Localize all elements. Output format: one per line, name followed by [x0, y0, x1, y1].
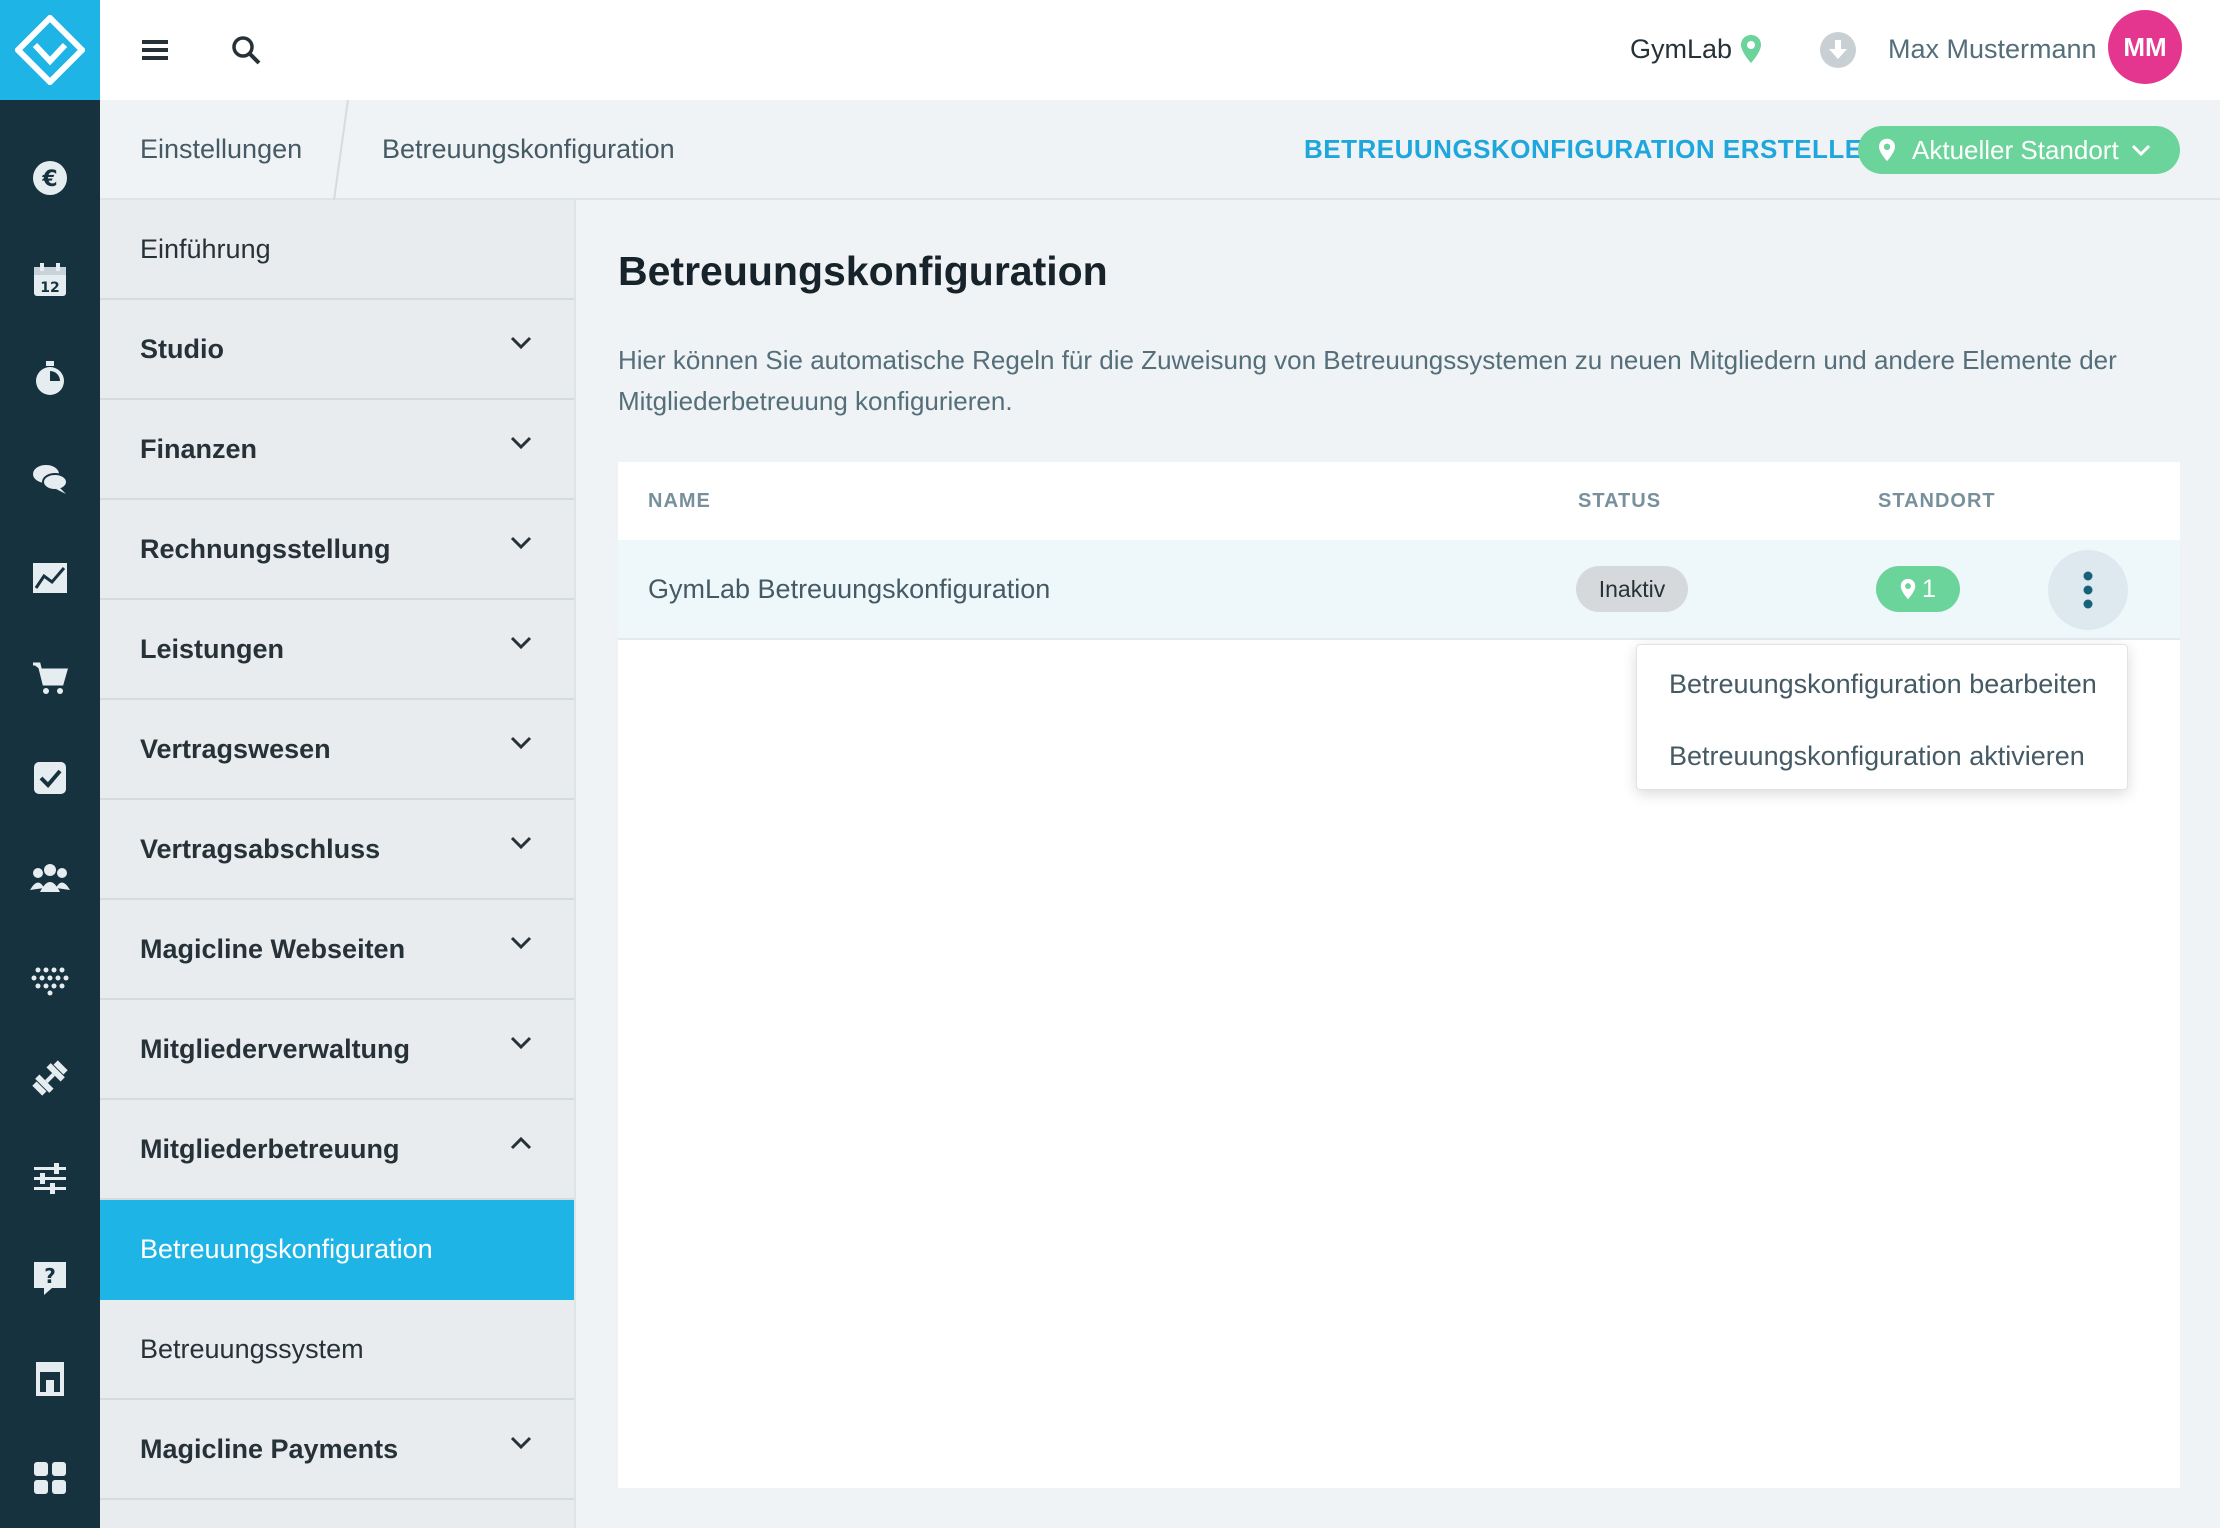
- search-icon: [232, 36, 261, 65]
- shop-icon[interactable]: [28, 1356, 72, 1400]
- page-description: Hier können Sie automatische Regeln für …: [618, 345, 2117, 416]
- menu-item-edit[interactable]: Betreuungskonfiguration bearbeiten: [1669, 669, 2097, 700]
- nav-item-label: Leistungen: [140, 634, 285, 664]
- chevron-down-icon: [510, 836, 532, 850]
- nav-item-label: Mitgliederverwaltung: [140, 1034, 411, 1064]
- nav-item-label: Betreuungssystem: [140, 1334, 364, 1364]
- sliders-icon[interactable]: [28, 1156, 72, 1200]
- nav-subitem-betreuungskonfiguration[interactable]: Betreuungskonfiguration: [100, 1200, 574, 1300]
- chevron-down-icon: [2131, 144, 2150, 157]
- chevron-down-icon: [510, 536, 532, 550]
- nav-item-magicline-webseiten[interactable]: Magicline Webseiten: [100, 900, 574, 1000]
- nav-item-label: Betreuungskonfiguration: [140, 1234, 433, 1264]
- nav-item-label: Vertragswesen: [140, 734, 331, 764]
- page-title: Betreuungskonfiguration: [618, 248, 1108, 294]
- location-pin-icon: [1740, 34, 1762, 69]
- location-pin-icon: [1900, 578, 1916, 600]
- stopwatch-icon[interactable]: [28, 356, 72, 400]
- table-row[interactable]: GymLab Betreuungskonfiguration Inaktiv 1: [618, 540, 2180, 640]
- nav-item-einfuehrung[interactable]: Einführung: [100, 200, 574, 300]
- location-count: 1: [1922, 574, 1936, 603]
- status-badge: Inaktiv: [1576, 566, 1688, 612]
- chevron-up-icon: [510, 1136, 532, 1150]
- chevron-down-icon: [510, 1036, 532, 1050]
- svg-text:?: ?: [44, 1264, 56, 1288]
- search-button[interactable]: [224, 28, 268, 72]
- svg-text:€: €: [41, 167, 57, 192]
- chat-icon[interactable]: [28, 456, 72, 500]
- nav-item-label: Studio: [140, 334, 224, 364]
- column-header-name[interactable]: NAME: [648, 490, 711, 513]
- chevron-down-icon: [510, 636, 532, 650]
- svg-text:12: 12: [40, 280, 59, 296]
- column-header-standort[interactable]: STANDORT: [1878, 490, 1996, 513]
- chevron-down-icon: [510, 436, 532, 450]
- current-location-label: Aktueller Standort: [1912, 134, 2119, 165]
- location-pin-icon: [1879, 138, 1895, 162]
- dots-grid-icon[interactable]: [28, 956, 72, 1000]
- nav-item-label: Finanzen: [140, 434, 258, 464]
- nav-item-leistungen[interactable]: Leistungen: [100, 600, 574, 700]
- icon-rail: € 12 ?: [0, 0, 100, 1528]
- studio-name[interactable]: GymLab: [1630, 34, 1732, 65]
- breadcrumb-item-current: Betreuungskonfiguration: [382, 134, 675, 164]
- current-location-dropdown[interactable]: Aktueller Standort: [1858, 126, 2180, 174]
- more-vertical-icon: [2083, 571, 2093, 609]
- user-name[interactable]: Max Mustermann: [1888, 34, 2097, 65]
- chevron-down-icon: [510, 936, 532, 950]
- download-button[interactable]: [1820, 32, 1856, 68]
- members-icon[interactable]: [28, 856, 72, 900]
- nav-item-label: Magicline Payments: [140, 1434, 399, 1464]
- chevron-down-icon: [510, 1436, 532, 1450]
- breadcrumb-item-einstellungen[interactable]: Einstellungen: [140, 134, 302, 165]
- nav-item-studio[interactable]: Studio: [100, 300, 574, 400]
- nav-item-mitgliederbetreuung[interactable]: Mitgliederbetreuung: [100, 1100, 574, 1200]
- nav-item-label: Einführung: [140, 234, 271, 264]
- row-actions-button[interactable]: [2048, 550, 2128, 630]
- nav-item-label: Magicline Webseiten: [140, 934, 406, 964]
- configuration-table: NAME STATUS STANDORT GymLab Betreuungsko…: [618, 462, 2180, 1488]
- avatar[interactable]: MM: [2108, 10, 2182, 84]
- euro-icon[interactable]: €: [28, 156, 72, 200]
- nav-subitem-betreuungssystem[interactable]: Betreuungssystem: [100, 1300, 574, 1400]
- column-header-status[interactable]: STATUS: [1578, 490, 1661, 513]
- nav-item-vertragswesen[interactable]: Vertragswesen: [100, 700, 574, 800]
- location-count-badge[interactable]: 1: [1876, 566, 1960, 612]
- settings-nav: Einführung Studio Finanzen Rechnungsstel…: [100, 200, 576, 1528]
- help-icon[interactable]: ?: [28, 1256, 72, 1300]
- app-logo[interactable]: [0, 0, 100, 100]
- download-arrow-icon: [1829, 40, 1847, 59]
- nav-item-mitgliederverwaltung[interactable]: Mitgliederverwaltung: [100, 1000, 574, 1100]
- menu-item-activate[interactable]: Betreuungskonfiguration aktivieren: [1669, 741, 2085, 772]
- breadcrumb-separator: [333, 100, 349, 200]
- top-bar: GymLab Max Mustermann MM: [100, 0, 2220, 100]
- breadcrumb-bar: Einstellungen Betreuungskonfiguration BE…: [100, 100, 2220, 200]
- nav-item-label: Mitgliederbetreuung: [140, 1134, 400, 1164]
- row-name[interactable]: GymLab Betreuungskonfiguration: [648, 574, 1050, 605]
- hamburger-icon: [142, 40, 168, 60]
- nav-item-rechnungsstellung[interactable]: Rechnungsstellung: [100, 500, 574, 600]
- chevron-down-icon: [510, 736, 532, 750]
- apps-icon[interactable]: [28, 1456, 72, 1500]
- calendar-icon[interactable]: 12: [28, 258, 72, 302]
- checkbox-icon[interactable]: [28, 756, 72, 800]
- cart-icon[interactable]: [28, 656, 72, 700]
- dumbbell-icon[interactable]: [28, 1056, 72, 1100]
- nav-item-finanzen[interactable]: Finanzen: [100, 400, 574, 500]
- nav-item-magicline-payments[interactable]: Magicline Payments: [100, 1400, 574, 1500]
- create-configuration-button[interactable]: BETREUUNGSKONFIGURATION ERSTELLEN: [1304, 134, 1882, 165]
- row-actions-menu: Betreuungskonfiguration bearbeiten Betre…: [1636, 644, 2128, 790]
- chart-icon[interactable]: [28, 556, 72, 600]
- nav-item-label: Vertragsabschluss: [140, 834, 381, 864]
- nav-item-vertragsabschluss[interactable]: Vertragsabschluss: [100, 800, 574, 900]
- menu-toggle-button[interactable]: [134, 28, 178, 72]
- logo-icon: [15, 15, 85, 85]
- chevron-down-icon: [510, 336, 532, 350]
- nav-item-label: Rechnungsstellung: [140, 534, 391, 564]
